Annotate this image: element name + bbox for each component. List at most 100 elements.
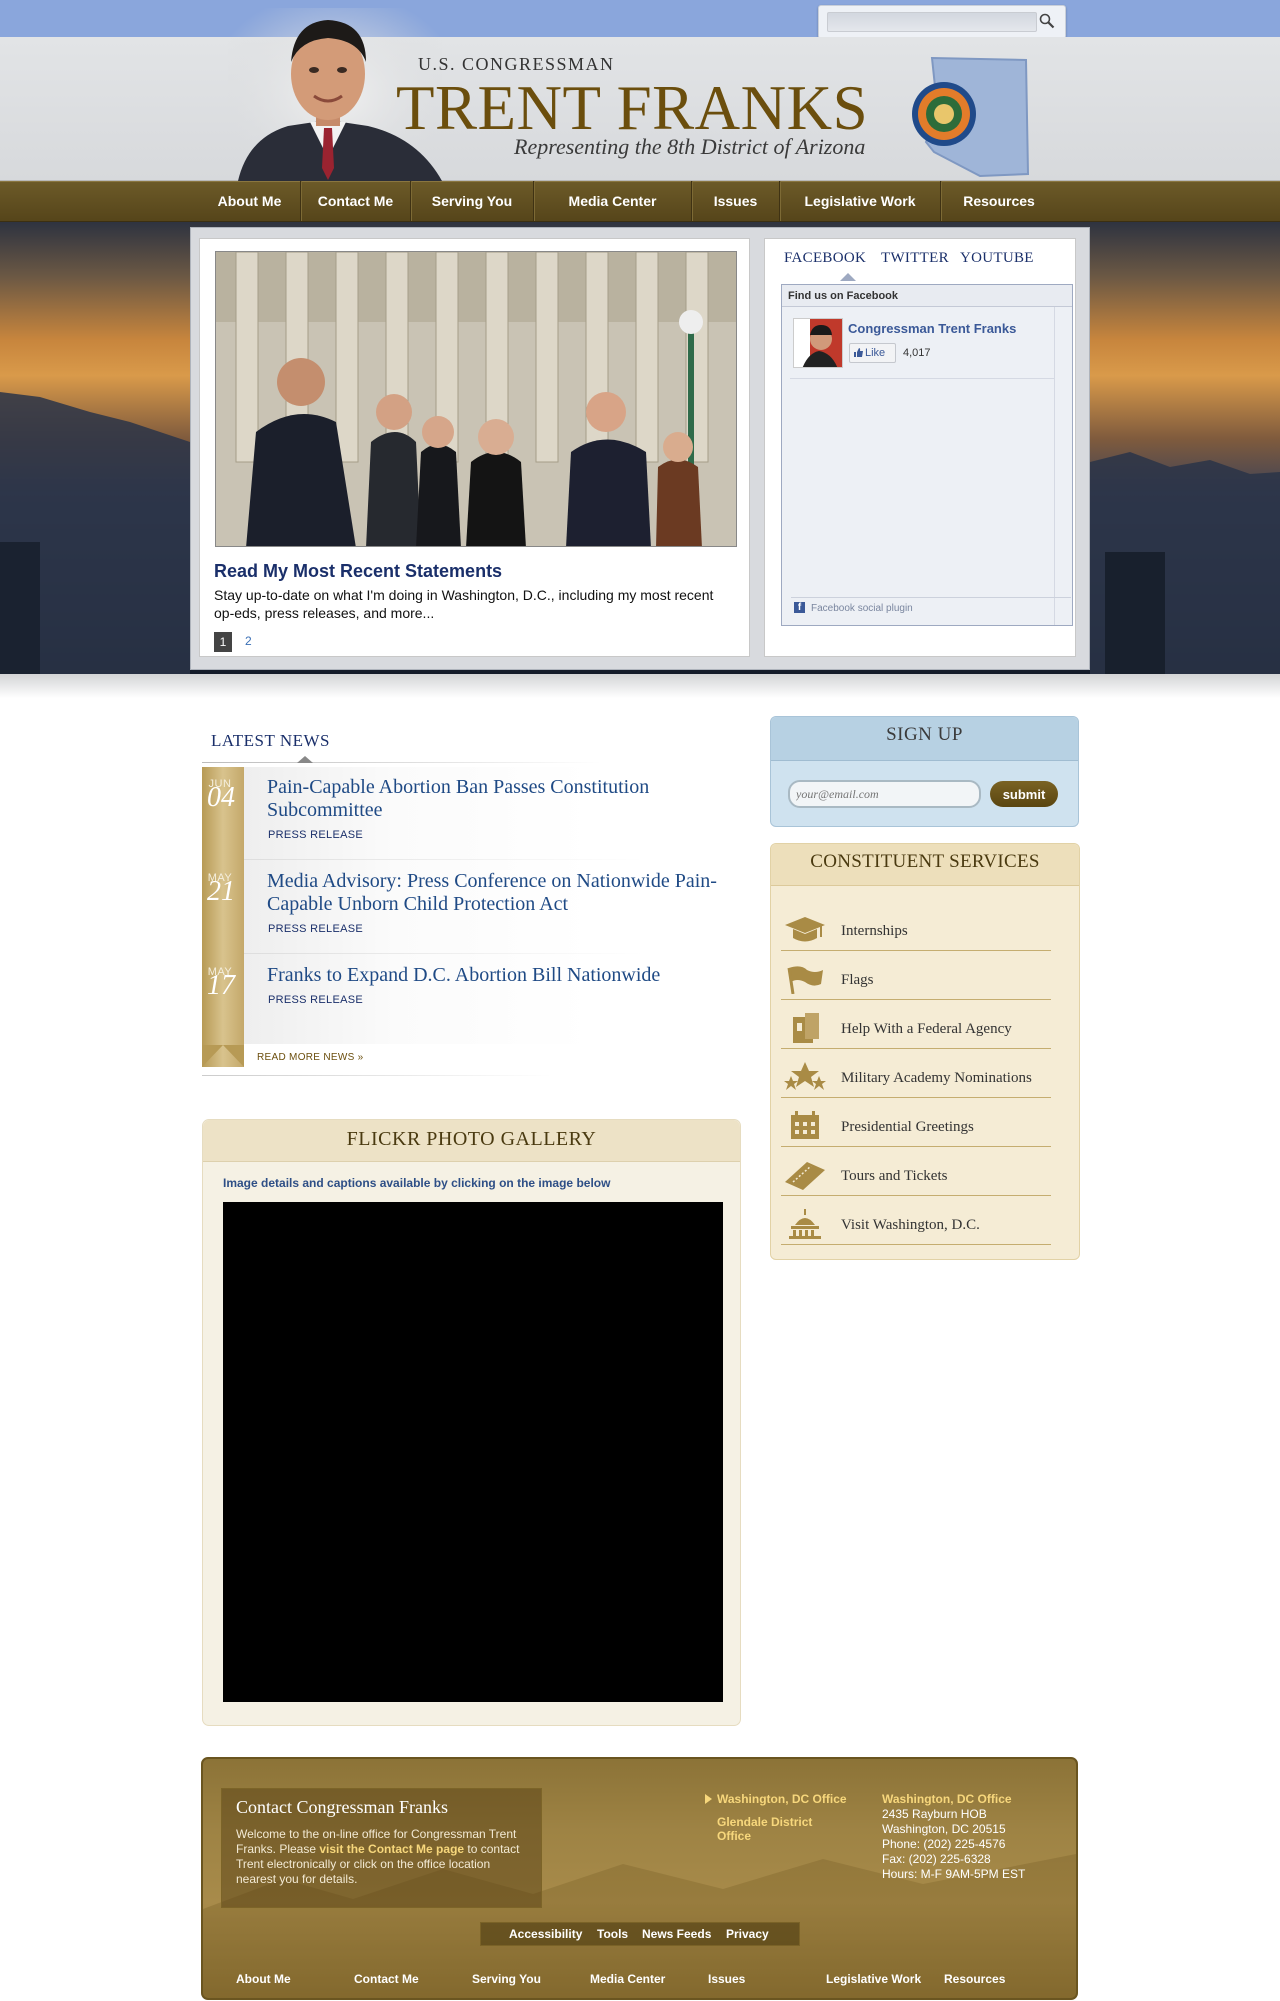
footer-nav-media-center[interactable]: Media Center (590, 1972, 665, 1986)
arizona-map-seal-icon (912, 56, 1030, 178)
calendar-icon (791, 1111, 819, 1139)
slide-title[interactable]: Read My Most Recent Statements (214, 561, 502, 582)
address-line: Washington, DC 20515 (882, 1822, 1006, 1836)
search-icon (1039, 13, 1055, 29)
footer-link-accessibility[interactable]: Accessibility (509, 1927, 582, 1941)
nav-legislative-work[interactable]: Legislative Work (780, 181, 941, 221)
office-tab-glendale[interactable]: Glendale District Office (717, 1815, 827, 1843)
news-type: PRESS RELEASE (268, 829, 363, 841)
service-label: Flags (841, 972, 874, 988)
address-heading: Washington, DC Office (882, 1792, 1012, 1806)
address-hours: Hours: M-F 9AM-5PM EST (882, 1867, 1026, 1881)
contact-title: Contact Congressman Franks (236, 1797, 448, 1817)
facebook-avatar[interactable] (793, 318, 843, 368)
hero-fade (0, 674, 1280, 698)
facebook-like-count: 4,017 (903, 347, 931, 359)
service-presidential-greetings[interactable]: Presidential Greetings (781, 1107, 1051, 1147)
service-federal-agency[interactable]: Help With a Federal Agency (781, 1009, 1051, 1049)
tab-twitter[interactable]: TWITTER (881, 250, 949, 267)
news-title[interactable]: Media Advisory: Press Conference on Nati… (267, 870, 727, 916)
slide-page-2[interactable]: 2 (245, 634, 252, 648)
graduation-cap-icon (785, 917, 825, 942)
service-tours-tickets[interactable]: Tours and Tickets (781, 1156, 1051, 1196)
flickr-gallery-info: Image details and captions available by … (223, 1176, 611, 1190)
service-label: Tours and Tickets (841, 1168, 948, 1184)
search-input[interactable] (827, 12, 1037, 32)
read-more-news-link[interactable]: READ MORE NEWS » (257, 1052, 363, 1063)
footer-nav-contact-me[interactable]: Contact Me (354, 1972, 419, 1986)
news-title[interactable]: Pain-Capable Abortion Ban Passes Constit… (267, 776, 727, 822)
facebook-widget-header: Find us on Facebook (782, 285, 1072, 307)
nav-serving-you[interactable]: Serving You (411, 181, 534, 221)
footer-nav-resources[interactable]: Resources (944, 1972, 1005, 1986)
office-address: Washington, DC Office 2435 Rayburn HOB W… (882, 1792, 1025, 1882)
footer-link-privacy[interactable]: Privacy (726, 1927, 769, 1941)
news-type: PRESS RELEASE (268, 923, 363, 935)
divider (202, 762, 602, 763)
search-box (818, 5, 1066, 39)
constituent-services-title: CONSTITUENT SERVICES (810, 851, 1040, 872)
facebook-like-label: Like (865, 347, 886, 359)
nav-contact-me[interactable]: Contact Me (301, 181, 411, 221)
nav-about-me[interactable]: About Me (199, 181, 301, 221)
footer-nav-issues[interactable]: Issues (708, 1972, 745, 1986)
service-flags[interactable]: Flags (781, 960, 1051, 1000)
service-label: Help With a Federal Agency (841, 1021, 1012, 1037)
news-day: 17 (207, 970, 235, 1001)
facebook-like-button[interactable]: Like (849, 343, 896, 363)
flag-icon (787, 966, 823, 994)
footer-nav-about-me[interactable]: About Me (236, 1972, 291, 1986)
address-phone: Phone: (202) 225-4576 (882, 1837, 1006, 1851)
contact-me-link[interactable]: visit the Contact Me page (319, 1842, 464, 1856)
header-pretitle: U.S. CONGRESSMAN (418, 54, 615, 74)
thumbs-up-icon (854, 348, 863, 357)
footer-nav-serving-you[interactable]: Serving You (472, 1972, 541, 1986)
latest-news-heading: LATEST NEWS (211, 731, 330, 750)
signup-title: SIGN UP (886, 724, 963, 745)
stars-icon (784, 1062, 826, 1090)
service-label: Internships (841, 923, 908, 939)
footer-link-tools[interactable]: Tools (597, 1927, 628, 1941)
search-button[interactable] (1035, 12, 1059, 32)
site-title: TRENT FRANKS (396, 73, 869, 143)
constituent-services-box (770, 843, 1080, 1260)
address-fax: Fax: (202) 225-6328 (882, 1852, 991, 1866)
divider (791, 597, 1071, 598)
news-type: PRESS RELEASE (268, 994, 363, 1006)
facebook-page-name[interactable]: Congressman Trent Franks (848, 321, 1016, 336)
nav-issues[interactable]: Issues (692, 181, 780, 221)
heading-caret (297, 756, 313, 763)
address-line: 2435 Rayburn HOB (882, 1807, 987, 1821)
slide-description: Stay up-to-date on what I'm doing in Was… (214, 587, 714, 621)
news-date-strip-tail (202, 1045, 244, 1067)
service-military-academy[interactable]: Military Academy Nominations (781, 1058, 1051, 1098)
service-visit-dc[interactable]: Visit Washington, D.C. (781, 1205, 1051, 1245)
footer-link-news-feeds[interactable]: News Feeds (642, 1927, 711, 1941)
slide-page-1[interactable]: 1 (214, 632, 232, 652)
divider (790, 378, 1055, 379)
footer-nav-legislative-work[interactable]: Legislative Work (826, 1972, 921, 1986)
contact-text: Welcome to the on-line office for Congre… (236, 1827, 529, 1887)
submit-button[interactable]: submit (990, 781, 1058, 807)
top-bar (0, 0, 1280, 37)
office-tab-washington[interactable]: Washington, DC Office (717, 1792, 847, 1806)
tab-youtube[interactable]: YOUTUBE (960, 250, 1034, 267)
news-title[interactable]: Franks to Expand D.C. Abortion Bill Nati… (267, 964, 727, 987)
facebook-plugin-footer[interactable]: Facebook social plugin (811, 603, 913, 614)
tab-facebook[interactable]: FACEBOOK (784, 250, 866, 267)
flickr-gallery-title: FLICKR PHOTO GALLERY (346, 1128, 597, 1150)
service-internships[interactable]: Internships (781, 911, 1051, 951)
nav-media-center[interactable]: Media Center (534, 181, 692, 221)
nav-resources[interactable]: Resources (941, 181, 1057, 221)
email-field[interactable] (788, 780, 981, 808)
facebook-icon: f (794, 602, 805, 613)
arrow-right-icon (705, 1794, 712, 1804)
capitol-icon (789, 1209, 821, 1239)
service-label: Visit Washington, D.C. (841, 1217, 980, 1233)
divider (1054, 307, 1055, 625)
flickr-slideshow-viewer[interactable] (223, 1202, 723, 1702)
slide-image[interactable] (215, 251, 737, 547)
header-tagline: Representing the 8th District of Arizona (514, 134, 866, 159)
ticket-icon (785, 1162, 825, 1190)
divider (202, 1075, 552, 1076)
